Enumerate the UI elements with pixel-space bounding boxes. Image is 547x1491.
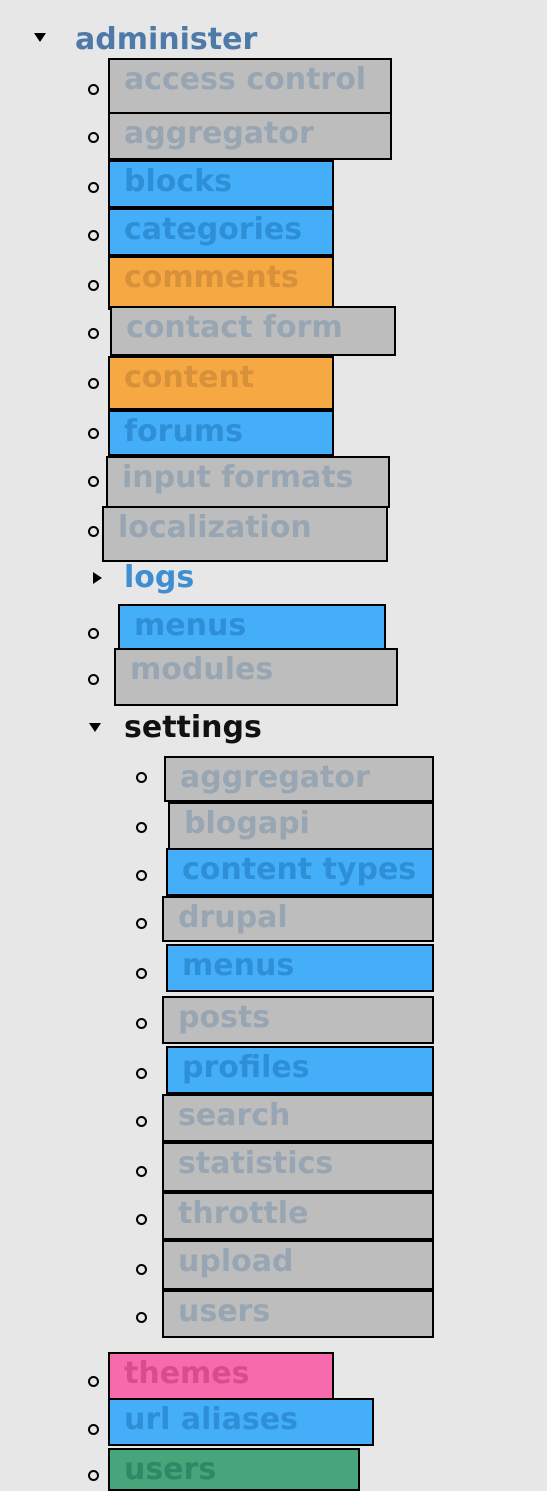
circle-bullet-icon xyxy=(136,918,147,929)
circle-bullet-icon xyxy=(88,1376,99,1387)
menu-item-users[interactable]: users xyxy=(108,1448,360,1491)
triangle-down-icon xyxy=(34,33,46,42)
menu-item-url-aliases[interactable]: url aliases xyxy=(108,1398,374,1446)
menu-item-settings[interactable]: settings xyxy=(124,708,262,748)
circle-bullet-icon xyxy=(88,674,99,685)
circle-bullet-icon xyxy=(136,1068,147,1079)
circle-bullet-icon xyxy=(88,1424,99,1435)
circle-bullet-icon xyxy=(88,1470,99,1481)
menu-item-blocks[interactable]: blocks xyxy=(108,160,334,208)
menu-item-themes[interactable]: themes xyxy=(108,1352,334,1400)
menu-item-forums[interactable]: forums xyxy=(108,410,334,456)
settings-item-throttle[interactable]: throttle xyxy=(162,1192,434,1240)
circle-bullet-icon xyxy=(136,1018,147,1029)
menu-item-content[interactable]: content xyxy=(108,356,334,410)
settings-item-content-types[interactable]: content types xyxy=(166,848,434,896)
settings-item-aggregator[interactable]: aggregator xyxy=(164,756,434,802)
circle-bullet-icon xyxy=(136,968,147,979)
circle-bullet-icon xyxy=(136,1166,147,1177)
circle-bullet-icon xyxy=(88,428,99,439)
triangle-right-icon xyxy=(93,572,102,584)
menu-item-aggregator[interactable]: aggregator xyxy=(108,112,392,160)
menu-item-logs[interactable]: logs xyxy=(124,558,194,598)
circle-bullet-icon xyxy=(88,280,99,291)
settings-item-users[interactable]: users xyxy=(162,1290,434,1338)
menu-item-contact-form[interactable]: contact form xyxy=(110,306,396,356)
settings-item-drupal[interactable]: drupal xyxy=(162,896,434,942)
menu-item-access-control[interactable]: access control xyxy=(108,58,392,114)
circle-bullet-icon xyxy=(88,526,99,537)
circle-bullet-icon xyxy=(88,628,99,639)
settings-item-search[interactable]: search xyxy=(162,1094,434,1142)
circle-bullet-icon xyxy=(136,1214,147,1225)
circle-bullet-icon xyxy=(88,182,99,193)
menu-item-categories[interactable]: categories xyxy=(108,208,334,256)
circle-bullet-icon xyxy=(136,772,147,783)
settings-item-upload[interactable]: upload xyxy=(162,1240,434,1290)
menu-item-administer[interactable]: administer xyxy=(75,20,257,60)
menu-item-menus[interactable]: menus xyxy=(118,604,386,654)
settings-item-statistics[interactable]: statistics xyxy=(162,1142,434,1192)
settings-item-posts[interactable]: posts xyxy=(162,996,434,1044)
circle-bullet-icon xyxy=(136,1264,147,1275)
circle-bullet-icon xyxy=(88,476,99,487)
settings-item-menus[interactable]: menus xyxy=(166,944,434,992)
circle-bullet-icon xyxy=(136,1312,147,1323)
menu-item-localization[interactable]: localization xyxy=(102,506,388,562)
circle-bullet-icon xyxy=(88,132,99,143)
circle-bullet-icon xyxy=(136,822,147,833)
menu-item-input-formats[interactable]: input formats xyxy=(106,456,390,508)
settings-item-profiles[interactable]: profiles xyxy=(166,1046,434,1094)
circle-bullet-icon xyxy=(88,230,99,241)
admin-menu: administer access control aggregator blo… xyxy=(0,0,547,1491)
circle-bullet-icon xyxy=(136,870,147,881)
circle-bullet-icon xyxy=(88,378,99,389)
circle-bullet-icon xyxy=(88,328,99,339)
menu-item-modules[interactable]: modules xyxy=(114,648,398,706)
circle-bullet-icon xyxy=(88,84,99,95)
triangle-down-icon xyxy=(89,723,101,732)
menu-item-comments[interactable]: comments xyxy=(108,256,334,310)
circle-bullet-icon xyxy=(136,1116,147,1127)
settings-item-blogapi[interactable]: blogapi xyxy=(168,802,434,850)
